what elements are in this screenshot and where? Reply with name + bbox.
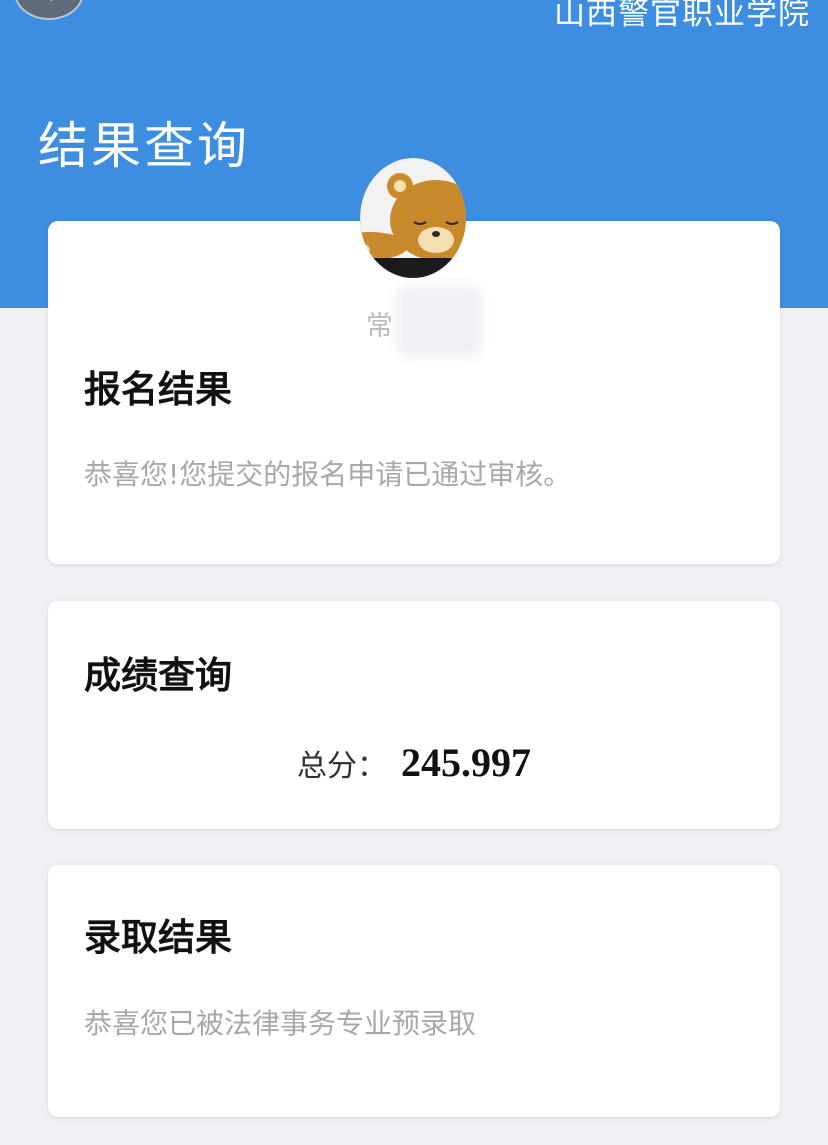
signup-result-title: 报名结果: [84, 368, 232, 411]
admission-result-title: 录取结果: [84, 916, 232, 959]
privacy-blur: [402, 291, 476, 351]
total-score-row: 总分： 245.997: [48, 739, 780, 786]
user-avatar[interactable]: [360, 158, 466, 278]
total-score-label: 总分：: [297, 749, 387, 784]
back-arrow-icon: ‹: [44, 0, 54, 10]
signup-result-message: 恭喜您!您提交的报名申请已通过审核。: [84, 458, 572, 491]
admission-result-card: 录取结果 恭喜您已被法律事务专业预录取: [48, 865, 780, 1117]
page-title: 结果查询: [38, 117, 250, 175]
school-name: 山西警官职业学院: [554, 0, 810, 32]
score-query-title: 成绩查询: [84, 654, 232, 697]
admission-result-message: 恭喜您已被法律事务专业预录取: [84, 1007, 477, 1040]
user-name: 常: [366, 311, 393, 342]
back-button[interactable]: ‹: [14, 0, 84, 20]
total-score-value: 245.997: [401, 740, 531, 785]
score-query-card: 成绩查询 总分： 245.997: [48, 601, 780, 829]
bear-avatar-icon: [360, 158, 466, 278]
